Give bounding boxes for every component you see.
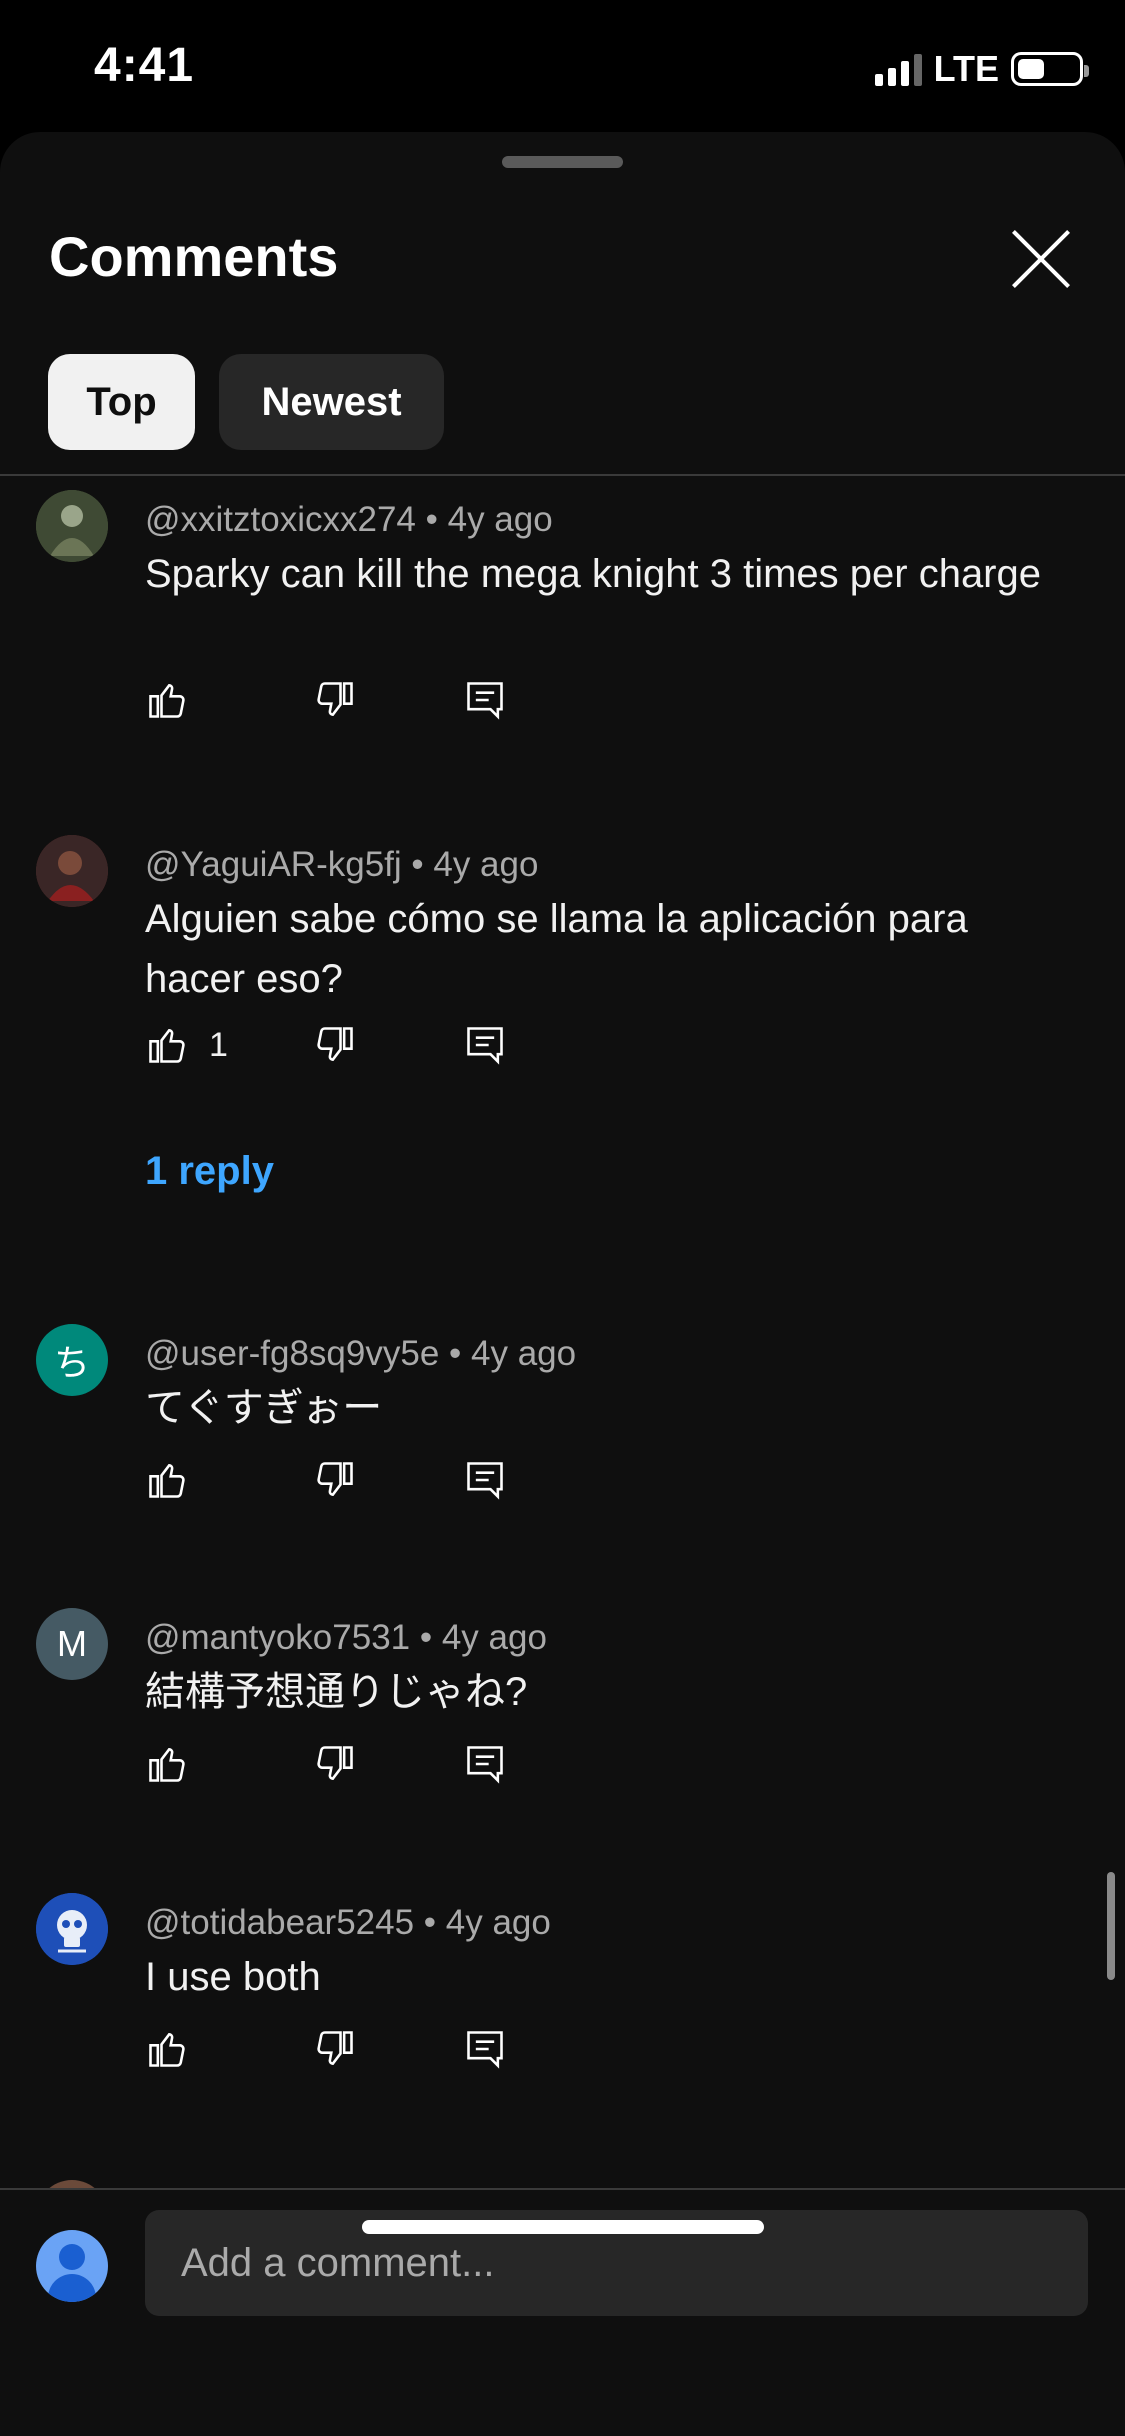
dislike-button[interactable] (313, 676, 357, 724)
thumb-up-icon (149, 1029, 185, 1063)
dislike-button[interactable] (313, 2025, 357, 2073)
comment-time: 4y ago (445, 1903, 551, 1942)
comment-text: Sparky can kill the mega knight 3 times … (145, 552, 1041, 596)
thumb-up-icon (149, 1464, 185, 1498)
comment-author[interactable]: @user-fg8sq9vy5e (145, 1334, 439, 1373)
comment-time: 4y ago (471, 1334, 577, 1373)
filter-chip-newest[interactable]: Newest (219, 354, 444, 450)
thumb-down-icon (317, 1027, 353, 1061)
sheet-title: Comments (49, 225, 339, 288)
status-time: 4:41 (94, 39, 195, 92)
reply-button[interactable] (463, 1740, 507, 1788)
dislike-button[interactable] (313, 1740, 357, 1788)
reply-button[interactable] (463, 2025, 507, 2073)
thumb-up-icon (149, 2033, 185, 2067)
status-indicators: LTE (874, 48, 1089, 90)
avatar[interactable]: M (36, 1608, 108, 1680)
battery-level (1018, 59, 1044, 79)
comment-author[interactable]: @xxitztoxicxx274 (145, 500, 416, 539)
view-replies-link[interactable]: 1 reply (145, 1149, 274, 1194)
signal-icon (874, 52, 922, 86)
comment-text: てぐすぎぉー (145, 1386, 383, 1430)
filter-chip-top[interactable]: Top (48, 354, 195, 450)
comment-author[interactable]: @YaguiAR-kg5fj (145, 845, 402, 884)
comment-time: 4y ago (441, 1618, 547, 1657)
dislike-button[interactable] (313, 1456, 357, 1504)
comments-sheet: Comments Top Newest @xxitztoxicxx274 • 4… (0, 132, 1125, 2436)
like-button[interactable] (145, 2025, 189, 2073)
comment-actions (145, 2025, 645, 2073)
reply-button[interactable] (463, 1021, 507, 1069)
sheet-grabber[interactable] (502, 156, 623, 168)
comment-actions (145, 1740, 645, 1788)
comment-actions (145, 676, 645, 724)
comment-time: 4y ago (433, 845, 539, 884)
thumb-down-icon (317, 682, 353, 716)
comment-text: I use both (145, 1955, 321, 1999)
comment-text: Alguien sabe cómo se llama la aplicación… (145, 897, 968, 1001)
thumb-down-icon (317, 2031, 353, 2065)
reply-icon (467, 1462, 503, 1500)
like-button[interactable] (145, 1456, 189, 1504)
reply-icon (467, 1746, 503, 1784)
like-count: 1 (209, 1025, 228, 1064)
battery-icon (1011, 52, 1089, 86)
comment-text: 結構予想通りじゃね? (145, 1670, 528, 1714)
user-avatar (36, 2230, 108, 2302)
close-button[interactable] (1006, 224, 1076, 294)
scrollbar[interactable] (1107, 1872, 1115, 1980)
like-button[interactable] (145, 676, 189, 724)
dislike-button[interactable] (313, 1021, 357, 1069)
comment-actions (145, 1456, 645, 1504)
comment-actions: 1 (145, 1021, 645, 1069)
status-bar: 4:41 LTE (0, 0, 1125, 132)
like-button[interactable]: 1 (145, 1021, 228, 1069)
avatar[interactable] (36, 490, 108, 562)
thumb-down-icon (317, 1746, 353, 1780)
reply-icon (467, 682, 503, 720)
comment-time: 4y ago (447, 500, 553, 539)
reply-icon (467, 1027, 503, 1065)
reply-icon (467, 2031, 503, 2069)
comment-author[interactable]: @mantyoko7531 (145, 1618, 410, 1657)
thumb-down-icon (317, 1462, 353, 1496)
reply-button[interactable] (463, 1456, 507, 1504)
like-button[interactable] (145, 1740, 189, 1788)
comment-author[interactable]: @totidabear5245 (145, 1903, 414, 1942)
home-indicator[interactable] (362, 2220, 764, 2234)
avatar[interactable] (36, 1893, 108, 1965)
comment-list[interactable]: @xxitztoxicxx274 • 4y ago Sparky can kil… (0, 476, 1125, 2220)
thumb-up-icon (149, 684, 185, 718)
thumb-up-icon (149, 1748, 185, 1782)
network-label: LTE (933, 48, 999, 89)
avatar[interactable]: ち (36, 1324, 108, 1396)
reply-button[interactable] (463, 676, 507, 724)
avatar[interactable] (36, 835, 108, 907)
